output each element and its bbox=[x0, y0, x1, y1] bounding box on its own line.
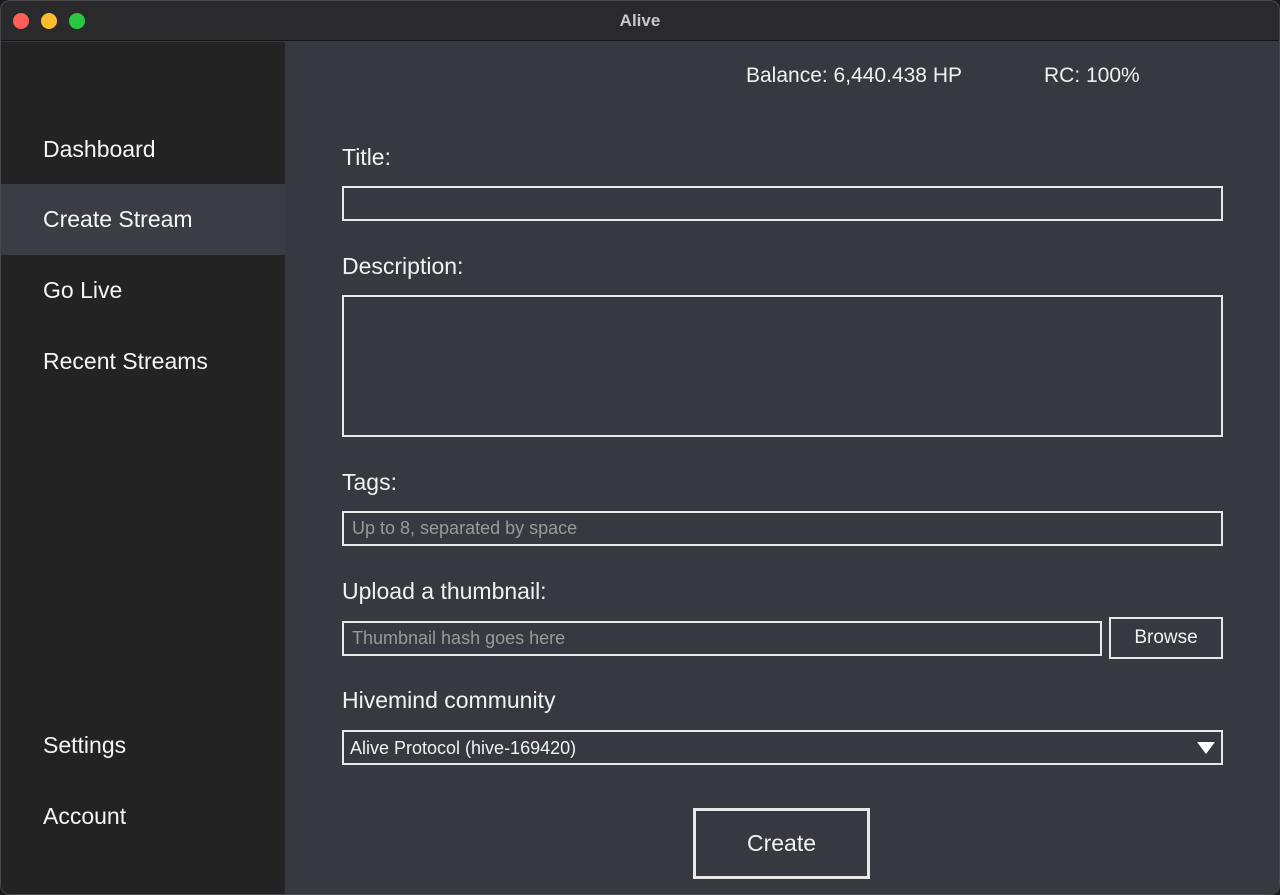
sidebar-item-settings[interactable]: Settings bbox=[1, 710, 285, 781]
rc-text: RC: 100% bbox=[1044, 64, 1140, 87]
balance-text: Balance: 6,440.438 HP bbox=[746, 64, 962, 87]
create-stream-panel: Balance: 6,440.438 HP RC: 100% Title: De… bbox=[285, 42, 1279, 894]
sidebar-item-create-stream[interactable]: Create Stream bbox=[1, 184, 285, 255]
tags-label: Tags: bbox=[342, 469, 397, 495]
app-window: Alive Dashboard Create Stream Go Live Re… bbox=[0, 0, 1280, 895]
tags-input[interactable] bbox=[342, 511, 1223, 546]
community-label: Hivemind community bbox=[342, 687, 556, 713]
title-label: Title: bbox=[342, 144, 391, 170]
description-input[interactable] bbox=[342, 295, 1223, 437]
title-input[interactable] bbox=[342, 186, 1223, 221]
sidebar-item-dashboard[interactable]: Dashboard bbox=[1, 114, 285, 185]
create-button[interactable]: Create bbox=[693, 808, 870, 879]
sidebar-item-go-live[interactable]: Go Live bbox=[1, 255, 285, 326]
sidebar: Dashboard Create Stream Go Live Recent S… bbox=[1, 42, 285, 894]
window-title: Alive bbox=[619, 11, 661, 30]
browse-button[interactable]: Browse bbox=[1109, 617, 1223, 659]
description-label: Description: bbox=[342, 253, 464, 279]
title-bar: Alive bbox=[1, 1, 1279, 41]
thumbnail-label: Upload a thumbnail: bbox=[342, 578, 547, 604]
thumbnail-hash-input[interactable] bbox=[342, 621, 1102, 656]
chevron-down-icon bbox=[1197, 742, 1215, 754]
sidebar-item-account[interactable]: Account bbox=[1, 781, 285, 852]
community-selected-value: Alive Protocol (hive-169420) bbox=[350, 738, 577, 758]
community-select[interactable]: Alive Protocol (hive-169420) bbox=[342, 730, 1223, 765]
sidebar-item-recent-streams[interactable]: Recent Streams bbox=[1, 326, 285, 397]
